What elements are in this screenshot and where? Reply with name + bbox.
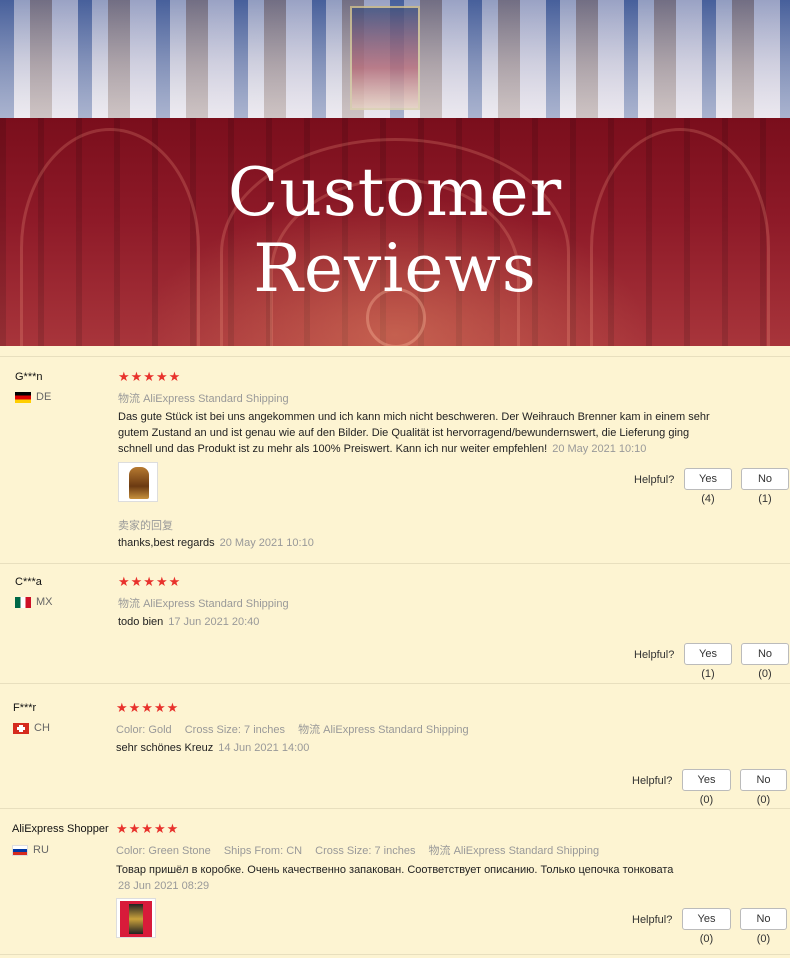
- review-meta: 物流 AliExpress Standard Shipping: [118, 595, 299, 611]
- review-meta: Color: Gold Cross Size: 7 inches 物流 AliE…: [116, 721, 479, 737]
- meta-value: 7 inches: [244, 724, 286, 736]
- country-code: CH: [34, 722, 50, 734]
- meta-key: Cross Size:: [184, 724, 241, 736]
- meta-value: 7 inches: [374, 845, 416, 857]
- review-text: Das gute Stück ist bei uns angekommen un…: [118, 411, 710, 455]
- meta-key: Cross Size:: [315, 845, 372, 857]
- review-list: G***n DE ★★★★★ 物流 AliExpress Standard Sh…: [0, 346, 790, 958]
- review-date: 20 May 2021 10:10: [552, 443, 647, 455]
- review-photo-thumbnail[interactable]: [118, 462, 158, 502]
- review-text: sehr schönes Kreuz 14 Jun 2021 14:00: [116, 742, 310, 754]
- country-code: DE: [36, 391, 52, 403]
- switzerland-flag-icon: [13, 722, 29, 734]
- seller-reply: thanks,best regards 20 May 2021 10:10: [118, 537, 314, 549]
- review-text: todo bien 17 Jun 2021 20:40: [118, 616, 260, 628]
- reviewer-country: DE: [15, 391, 51, 403]
- reviewer-name: F***r: [13, 702, 37, 714]
- meta-key: Color:: [116, 724, 146, 736]
- mexico-flag-icon: [15, 596, 31, 608]
- country-code: MX: [36, 596, 53, 608]
- germany-flag-icon: [15, 391, 31, 403]
- banner-title-line1: Customer: [227, 154, 563, 231]
- helpful-yes-button[interactable]: Yes (0): [682, 769, 731, 806]
- reviewer-name: C***a: [15, 576, 42, 588]
- helpful-yes-button[interactable]: Yes (1): [684, 643, 732, 680]
- reviewer-country: CH: [13, 722, 50, 734]
- meta-key: 物流: [118, 598, 140, 610]
- helpful-yes-button[interactable]: Yes (4): [684, 468, 732, 505]
- star-rating: ★★★★★: [116, 821, 180, 836]
- review-item: C***a MX ★★★★★ 物流 AliExpress Standard Sh…: [0, 564, 790, 684]
- meta-value: AliExpress Standard Shipping: [453, 845, 600, 857]
- review-text: Товар пришёл в коробке. Очень качественн…: [116, 864, 674, 892]
- review-photo-thumbnail[interactable]: [116, 898, 156, 938]
- review-item: F***r CH ★★★★★ Color: Gold Cross Size: 7…: [0, 684, 790, 809]
- meta-key: Ships From:: [223, 845, 284, 857]
- meta-value: Gold: [148, 724, 172, 736]
- seller-reply-label: 卖家的回复: [118, 520, 173, 532]
- banner-title-line2: Reviews: [253, 230, 537, 307]
- helpful-label: Helpful?: [632, 914, 673, 926]
- review-date: 17 Jun 2021 20:40: [168, 616, 260, 628]
- meta-value: AliExpress Standard Shipping: [323, 724, 469, 736]
- country-code: RU: [33, 844, 49, 856]
- review-item: AliExpress Shopper RU ★★★★★ Color: Green…: [0, 809, 790, 955]
- review-date: 28 Jun 2021 08:29: [118, 880, 210, 892]
- meta-value: AliExpress Standard Shipping: [143, 393, 289, 405]
- helpful-yes-button[interactable]: Yes (0): [682, 908, 731, 945]
- reply-date: 20 May 2021 10:10: [219, 537, 314, 549]
- star-rating: ★★★★★: [118, 369, 182, 384]
- reviewer-name: AliExpress Shopper: [12, 823, 109, 835]
- reviewer-country: MX: [15, 596, 53, 608]
- review-item: G***n DE ★★★★★ 物流 AliExpress Standard Sh…: [0, 356, 790, 564]
- helpful-label: Helpful?: [632, 775, 673, 787]
- helpful-no-button[interactable]: No (1): [741, 468, 789, 505]
- reviewer-name: G***n: [15, 371, 43, 383]
- review-meta: 物流 AliExpress Standard Shipping: [118, 390, 299, 406]
- helpful-no-button[interactable]: No (0): [740, 769, 787, 806]
- meta-value: Green Stone: [148, 845, 211, 857]
- meta-key: 物流: [298, 724, 321, 736]
- star-rating: ★★★★★: [118, 574, 182, 589]
- meta-value: CN: [286, 845, 303, 857]
- meta-key: Color:: [116, 845, 146, 857]
- review-date: 14 Jun 2021 14:00: [218, 742, 310, 754]
- russia-flag-icon: [12, 844, 28, 856]
- reviewer-country: RU: [12, 844, 49, 856]
- helpful-no-button[interactable]: No (0): [741, 643, 789, 680]
- church-interior-photo: [0, 0, 790, 118]
- helpful-label: Helpful?: [634, 649, 675, 661]
- review-meta: Color: Green Stone Ships From: CN Cross …: [116, 842, 609, 858]
- meta-key: 物流: [118, 393, 140, 405]
- helpful-no-button[interactable]: No (0): [740, 908, 787, 945]
- meta-key: 物流: [428, 845, 451, 857]
- meta-value: AliExpress Standard Shipping: [143, 598, 289, 610]
- customer-reviews-banner: Customer Reviews: [0, 118, 790, 346]
- star-rating: ★★★★★: [116, 700, 180, 715]
- helpful-label: Helpful?: [634, 474, 675, 486]
